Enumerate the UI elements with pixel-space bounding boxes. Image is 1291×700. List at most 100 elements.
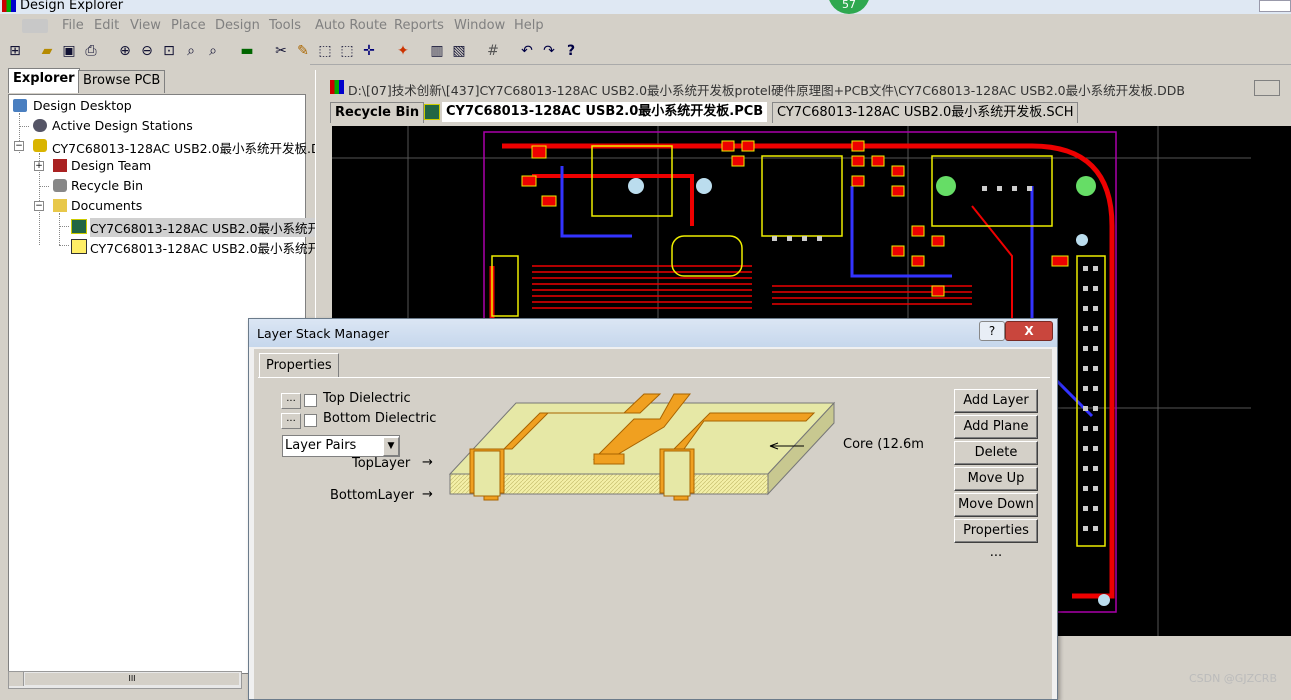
collapse-icon[interactable]: − (14, 141, 24, 151)
zoom-in-icon[interactable]: ⊕ (116, 42, 134, 60)
tab-sch[interactable]: CY7C68013-128AC USB2.0最小系统开发板.SCH (772, 102, 1079, 123)
delete-button[interactable]: Delete (954, 441, 1038, 465)
tree-connector (59, 213, 60, 245)
top-dielectric-props-button[interactable]: ... (281, 393, 301, 409)
document-title-bar: D:\[07]技术创新\[437]CY7C68013-128AC USB2.0最… (316, 76, 1291, 98)
bottom-layer-arrow-icon: → (422, 487, 433, 502)
tree-item-documents[interactable]: Documents (71, 198, 142, 213)
scroll-left-arrow[interactable] (9, 672, 24, 686)
menu-edit[interactable]: Edit (94, 18, 119, 33)
tree-item-active-design-stations[interactable]: Active Design Stations (52, 118, 193, 133)
collapse-icon[interactable]: − (34, 201, 44, 211)
desktop-icon (13, 99, 27, 112)
tree-item-design-desktop[interactable]: Design Desktop (33, 98, 132, 113)
menu-tools[interactable]: Tools (269, 18, 301, 33)
zoom-out-icon[interactable]: ⊖ (138, 42, 156, 60)
tree-connector (59, 226, 69, 227)
save-icon[interactable]: ▣ (60, 42, 78, 60)
dialog-help-button[interactable]: ? (979, 321, 1005, 341)
tree-item-recycle-bin[interactable]: Recycle Bin (71, 178, 143, 193)
move-icon[interactable]: ✛ (360, 42, 378, 60)
layer-pairs-value: Layer Pairs (285, 438, 357, 453)
app-title: Design Explorer (20, 0, 124, 13)
tree-item-sch-doc[interactable]: CY7C68013-128AC USB2.0最小系统开 (90, 238, 320, 257)
print-icon[interactable]: ⎙ (82, 42, 100, 60)
chevron-down-icon[interactable]: ▼ (383, 437, 399, 456)
select-area-icon[interactable]: ⬚ (316, 42, 334, 60)
tab-explorer[interactable]: Explorer (8, 68, 80, 93)
redo-icon[interactable]: ↷ (540, 42, 558, 60)
top-layer-label: TopLayer (352, 456, 411, 471)
menu-help[interactable]: Help (514, 18, 544, 33)
doc-menu-icon[interactable] (22, 19, 48, 33)
dialog-close-button[interactable]: X (1005, 321, 1053, 341)
app-title-bar: Design Explorer (0, 0, 1291, 14)
watermark: CSDN @GJZCRB (1188, 672, 1277, 685)
explorer-toggle-icon[interactable]: ⊞ (6, 42, 24, 60)
tree-item-pcb-doc[interactable]: CY7C68013-128AC USB2.0最小系统开 (90, 218, 321, 237)
layer-pairs-select[interactable]: Layer Pairs ▼ (282, 435, 400, 457)
move-up-button[interactable]: Move Up (954, 467, 1038, 491)
sch-document-icon (71, 239, 87, 254)
layer-stack-manager-dialog: Layer Stack Manager ? X Properties ... T… (248, 318, 1058, 700)
tree-horizontal-scrollbar[interactable]: III (8, 671, 242, 689)
core-label: Core (12.6m (843, 437, 924, 452)
paste-icon[interactable]: ✎ (294, 42, 312, 60)
zoom-select-icon[interactable]: ⌕ (204, 42, 222, 60)
bottom-dielectric-label: Bottom Dielectric (323, 411, 437, 426)
properties-button[interactable]: Properties ... (954, 519, 1038, 560)
top-dielectric-checkbox[interactable] (304, 394, 317, 407)
undo-icon[interactable]: ↶ (518, 42, 536, 60)
deselect-icon[interactable]: ⬚ (338, 42, 356, 60)
help-icon[interactable]: ? (562, 42, 580, 60)
layer-stack-illustration (448, 393, 836, 501)
menu-auto-route[interactable]: Auto Route (315, 18, 387, 33)
tab-browse-pcb[interactable]: Browse PCB (78, 70, 166, 93)
tab-recycle-bin[interactable]: Recycle Bin (330, 102, 425, 123)
scroll-thumb[interactable]: III (25, 673, 239, 685)
menu-design[interactable]: Design (215, 18, 260, 33)
document-icon (330, 80, 344, 94)
top-dielectric-label: Top Dielectric (323, 391, 411, 406)
component-icon[interactable]: ▬ (238, 42, 256, 60)
bottom-dielectric-props-button[interactable]: ... (281, 413, 301, 429)
design-stations-icon (33, 119, 47, 132)
add-plane-button[interactable]: Add Plane (954, 415, 1038, 439)
zoom-fit-icon[interactable]: ⊡ (160, 42, 178, 60)
window-controls[interactable] (1259, 0, 1291, 12)
add-layer-button[interactable]: Add Layer (954, 389, 1038, 413)
app-icon (2, 0, 16, 12)
menu-place[interactable]: Place (171, 18, 206, 33)
top-layer-arrow-icon: → (422, 455, 433, 470)
tree-connector (39, 186, 49, 187)
browse-library-icon[interactable]: ▧ (450, 42, 468, 60)
menu-view[interactable]: View (130, 18, 161, 33)
library-icon[interactable]: ▥ (428, 42, 446, 60)
expand-icon[interactable]: + (34, 161, 44, 171)
minimize-button[interactable] (1254, 80, 1280, 96)
design-team-icon (53, 159, 67, 172)
tree-connector (19, 126, 29, 127)
dialog-title-bar: Layer Stack Manager ? X (249, 319, 1057, 347)
pcb-document-icon (71, 219, 87, 234)
recycle-bin-icon (53, 179, 67, 192)
menu-file[interactable]: File (62, 18, 84, 33)
tab-pcb[interactable]: CY7C68013-128AC USB2.0最小系统开发板.PCB (442, 102, 768, 122)
tree-item-project[interactable]: CY7C68013-128AC USB2.0最小系统开发板.D (52, 138, 321, 157)
tab-properties[interactable]: Properties (259, 353, 339, 378)
zoom-area-icon[interactable]: ⌕ (182, 42, 200, 60)
bottom-dielectric-checkbox[interactable] (304, 414, 317, 427)
dialog-title: Layer Stack Manager (257, 326, 390, 341)
toolbar: ⊞ ▰ ▣ ⎙ ⊕ ⊖ ⊡ ⌕ ⌕ ▬ ✂ ✎ ⬚ ⬚ ✛ ✦ ▥ ▧ # ↶ … (0, 38, 1291, 65)
bottom-layer-label: BottomLayer (330, 488, 414, 503)
wizard-icon[interactable]: ✦ (394, 42, 412, 60)
open-folder-icon[interactable]: ▰ (38, 42, 56, 60)
cut-icon[interactable]: ✂ (272, 42, 290, 60)
database-icon (33, 139, 47, 152)
move-down-button[interactable]: Move Down (954, 493, 1038, 517)
tree-item-design-team[interactable]: Design Team (71, 158, 151, 173)
menu-reports[interactable]: Reports (394, 18, 444, 33)
pcb-tab-icon (424, 104, 440, 120)
menu-window[interactable]: Window (454, 18, 505, 33)
grid-icon[interactable]: # (484, 42, 502, 60)
